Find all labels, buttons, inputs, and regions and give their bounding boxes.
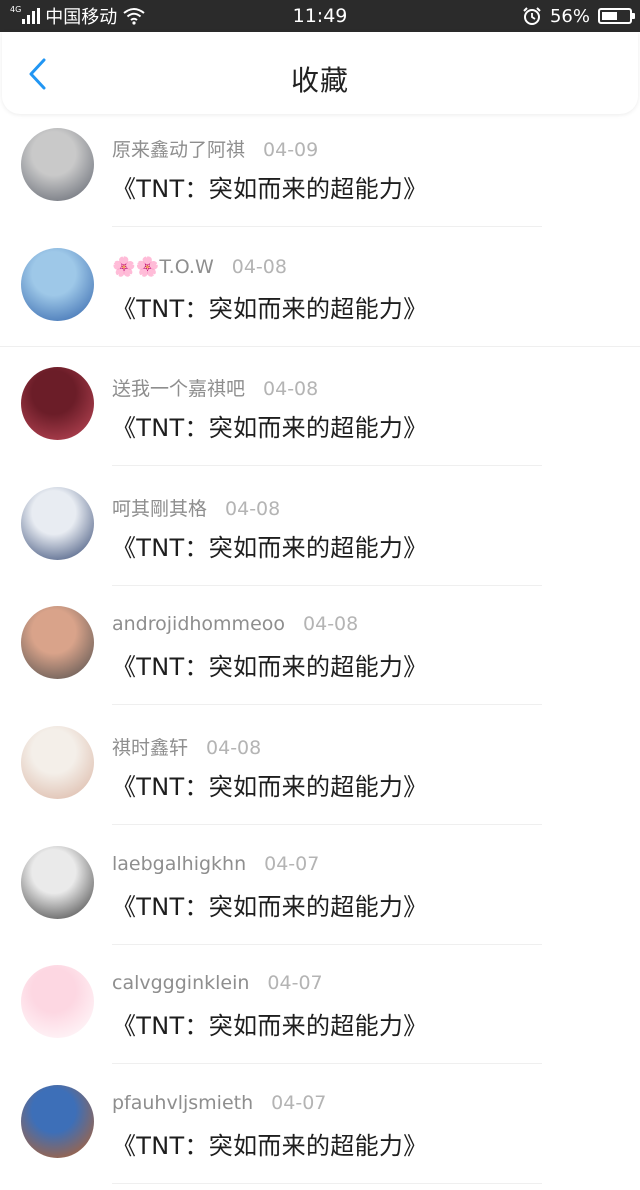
item-meta: 送我一个嘉祺吧 04-08 (112, 374, 318, 401)
avatar[interactable] (21, 128, 94, 201)
favorite-item[interactable]: 祺时鑫轩 04-08 《TNT：突如而来的超能力》 (0, 712, 640, 832)
divider (112, 704, 542, 706)
item-meta: 呵其剛其格 04-08 (112, 494, 280, 521)
date: 04-08 (263, 378, 319, 401)
story-title[interactable]: 《TNT：突如而来的超能力》 (112, 887, 427, 922)
battery-fill (602, 12, 617, 20)
alarm-icon (523, 7, 541, 25)
username[interactable]: 原来鑫动了阿祺 (112, 139, 245, 161)
divider (112, 226, 542, 227)
date: 04-09 (263, 139, 319, 161)
avatar[interactable] (21, 606, 94, 680)
date: 04-08 (303, 613, 359, 636)
favorite-item[interactable]: 原来鑫动了阿祺 04-09 《TNT：突如而来的超能力》 (0, 114, 640, 234)
story-title[interactable]: 《TNT：突如而来的超能力》 (112, 408, 427, 443)
username[interactable]: 送我一个嘉祺吧 (112, 378, 245, 400)
status-bar: 4G 中国移动 11:49 56% (0, 0, 640, 32)
avatar[interactable] (21, 486, 94, 560)
avatar[interactable] (21, 725, 94, 799)
favorite-item[interactable]: pfauhvljsmieth 04-07 《TNT：突如而来的超能力》 (0, 1071, 640, 1190)
avatar[interactable] (21, 247, 94, 321)
item-meta: androjidhommeoo 04-08 (112, 613, 358, 635)
favorite-item[interactable]: laebgalhigkhn 04-07 《TNT：突如而来的超能力》 (0, 832, 640, 952)
story-title[interactable]: 《TNT：突如而来的超能力》 (112, 647, 427, 682)
username[interactable]: laebgalhigkhn (112, 853, 246, 875)
divider (0, 345, 640, 347)
username[interactable]: 祺时鑫轩 (112, 737, 188, 759)
divider (112, 823, 542, 825)
favorite-item[interactable]: calvggginklein 04-07 《TNT：突如而来的超能力》 (0, 951, 640, 1071)
date: 04-08 (225, 497, 281, 520)
item-meta: calvggginklein 04-07 (112, 972, 323, 994)
avatar[interactable] (21, 845, 94, 919)
story-title[interactable]: 《TNT：突如而来的超能力》 (112, 1006, 427, 1041)
username[interactable]: androjidhommeoo (112, 613, 285, 635)
navigation-bar: 收藏 (2, 32, 638, 114)
item-meta: laebgalhigkhn 04-07 (112, 853, 319, 875)
battery-cap (632, 13, 635, 19)
username[interactable]: 呵其剛其格 (112, 498, 207, 520)
date: 04-07 (264, 852, 320, 875)
status-right: 56% (522, 5, 635, 27)
story-title[interactable]: 《TNT：突如而来的超能力》 (112, 1126, 427, 1161)
item-meta: 原来鑫动了阿祺 04-09 (112, 135, 318, 162)
divider (112, 584, 542, 586)
favorites-list: 原来鑫动了阿祺 04-09 《TNT：突如而来的超能力》 🌸🌸T.O.W 04-08 《T… (0, 114, 640, 1190)
favorite-item[interactable]: 送我一个嘉祺吧 04-08 《TNT：突如而来的超能力》 (0, 353, 640, 473)
favorite-item[interactable]: 呵其剛其格 04-08 《TNT：突如而来的超能力》 (0, 473, 640, 593)
username[interactable]: calvggginklein (112, 972, 249, 994)
username[interactable]: T.O.W (159, 256, 213, 278)
divider (112, 943, 542, 945)
avatar[interactable] (21, 965, 94, 1039)
story-title[interactable]: 《TNT：突如而来的超能力》 (112, 289, 427, 324)
favorite-item[interactable]: androjidhommeoo 04-08 《TNT：突如而来的超能力》 (0, 592, 640, 712)
divider (112, 465, 542, 467)
date: 04-07 (271, 1091, 327, 1114)
battery-icon (598, 8, 635, 24)
username[interactable]: pfauhvljsmieth (112, 1092, 253, 1114)
page-title: 收藏 (290, 64, 349, 97)
flower-emoji: 🌸🌸 (112, 255, 160, 278)
date: 04-08 (231, 255, 287, 278)
avatar[interactable] (21, 1084, 94, 1158)
favorite-item[interactable]: 🌸🌸T.O.W 04-08 《TNT：突如而来的超能力》 (0, 234, 640, 354)
story-title[interactable]: 《TNT：突如而来的超能力》 (112, 528, 427, 563)
divider (112, 1182, 542, 1184)
story-title[interactable]: 《TNT：突如而来的超能力》 (112, 169, 427, 204)
item-meta: pfauhvljsmieth 04-07 (112, 1092, 326, 1114)
item-meta: 🌸🌸T.O.W 04-08 (112, 255, 287, 278)
battery-percent: 56% (549, 5, 590, 27)
date: 04-08 (206, 736, 262, 759)
date: 04-07 (267, 972, 323, 995)
item-meta: 祺时鑫轩 04-08 (112, 733, 261, 760)
divider (112, 1063, 542, 1065)
story-title[interactable]: 《TNT：突如而来的超能力》 (112, 767, 427, 802)
avatar[interactable] (21, 367, 94, 441)
